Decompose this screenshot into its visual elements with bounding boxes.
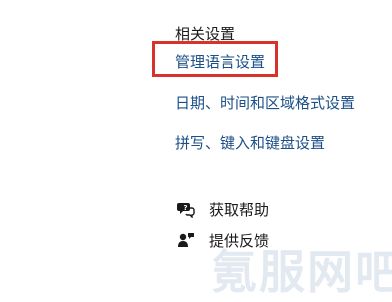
svg-text:?: ? (184, 204, 188, 212)
help-chat-icon: ? (177, 200, 195, 219)
feedback-person-icon (177, 231, 195, 249)
get-help-label: 获取帮助 (209, 200, 270, 219)
spelling-typing-keyboard-settings-link[interactable]: 拼写、键入和键盘设置 (175, 132, 325, 153)
site-watermark: 氪服网吧 (211, 245, 392, 299)
related-settings-heading: 相关设置 (175, 25, 236, 43)
manage-language-settings-link[interactable]: 管理语言设置 (175, 51, 265, 72)
get-help-link[interactable]: ? 获取帮助 (177, 198, 269, 220)
date-time-region-settings-link[interactable]: 日期、时间和区域格式设置 (175, 92, 355, 113)
